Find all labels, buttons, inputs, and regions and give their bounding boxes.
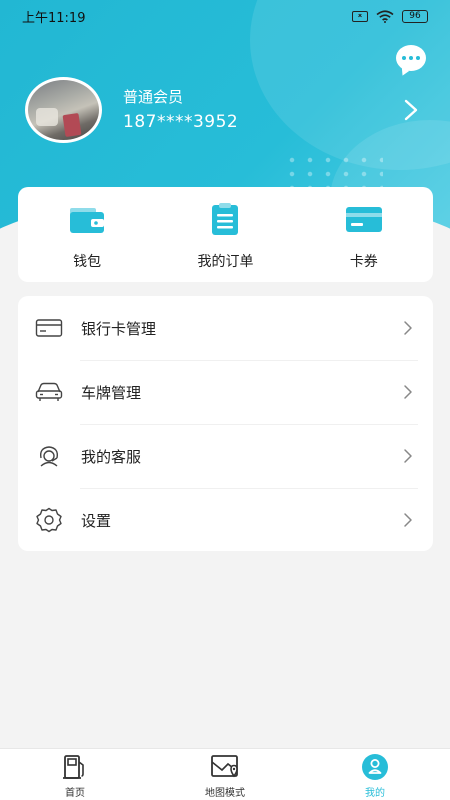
chevron-right-icon: [404, 385, 412, 399]
gear-icon: [36, 507, 62, 533]
member-level: 普通会员: [123, 88, 184, 106]
map-icon: [211, 755, 238, 778]
tab-label: 我的: [365, 788, 385, 799]
bank-card-icon: [35, 319, 63, 337]
car-icon: [35, 382, 63, 401]
status-time: 上午11:19: [22, 10, 86, 26]
menu-item-label: 设置: [81, 511, 112, 530]
tab-label: 首页: [65, 788, 85, 799]
gas-station-icon: [63, 755, 84, 779]
tab-map[interactable]: 地图模式: [150, 749, 300, 800]
quick-actions-card: 钱包 我的订单 卡券: [18, 187, 433, 282]
menu-item-customer-service[interactable]: 我的客服: [18, 424, 433, 488]
quick-action-label: 卡券: [349, 254, 378, 270]
message-icon: [402, 56, 406, 60]
battery-indicator: 96: [402, 9, 428, 23]
customer-service-icon: [39, 446, 59, 467]
wifi-icon: [376, 9, 394, 23]
quick-action-label: 我的订单: [197, 254, 254, 270]
bottom-tab-bar: 首页 地图模式 我的: [0, 748, 450, 800]
chevron-right-icon[interactable]: [400, 98, 422, 122]
chevron-right-icon: [404, 513, 412, 527]
phone-number: 187****3952: [123, 112, 239, 132]
tab-mine[interactable]: 我的: [300, 749, 450, 800]
tab-home[interactable]: 首页: [0, 749, 150, 800]
menu-item-settings[interactable]: 设置: [18, 488, 433, 552]
message-button[interactable]: [396, 45, 426, 71]
wallet-icon: [70, 208, 105, 233]
menu-item-bank-card[interactable]: 银行卡管理: [18, 296, 433, 360]
tab-label: 地图模式: [205, 788, 245, 799]
sim-icon: [352, 10, 368, 22]
quick-action-orders[interactable]: 我的订单: [156, 187, 294, 282]
status-bar: 上午11:19 96: [0, 0, 450, 32]
menu-card: 银行卡管理 车牌管理 我的客服 设置: [18, 296, 433, 551]
chevron-right-icon: [404, 449, 412, 463]
avatar[interactable]: [25, 77, 102, 143]
quick-action-coupons[interactable]: 卡券: [295, 187, 433, 282]
menu-item-label: 银行卡管理: [81, 319, 157, 338]
chevron-right-icon: [404, 321, 412, 335]
menu-item-license-plate[interactable]: 车牌管理: [18, 360, 433, 424]
menu-item-label: 车牌管理: [81, 383, 142, 402]
quick-action-label: 钱包: [73, 254, 102, 270]
quick-action-wallet[interactable]: 钱包: [18, 187, 156, 282]
card-icon: [345, 207, 382, 232]
order-icon: [212, 203, 239, 235]
profile-icon: [362, 754, 388, 780]
menu-item-label: 我的客服: [81, 447, 142, 466]
